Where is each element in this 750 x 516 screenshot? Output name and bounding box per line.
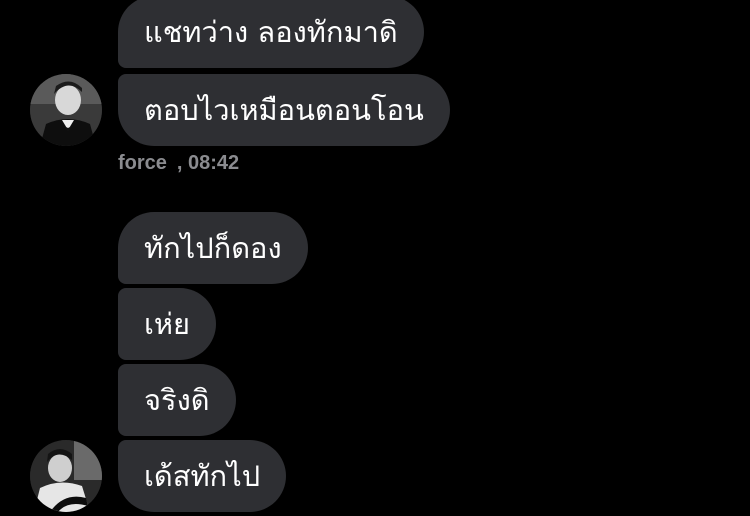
message-bubble[interactable]: แชทว่าง ลองทักมาดิ (118, 0, 424, 68)
message-bubble[interactable]: เห่ย (118, 288, 217, 360)
avatar-photo (30, 74, 102, 146)
message-time: , 08:42 (176, 152, 240, 174)
message-bubble[interactable]: ตอบไวเหมือนตอนโอน (118, 74, 450, 146)
sender-name: force (118, 152, 167, 174)
message-bubble[interactable]: ทักไปก็ดอง (118, 212, 308, 284)
message-meta: force , 08:42 (118, 152, 239, 175)
avatar[interactable] (30, 440, 102, 512)
message-bubble[interactable]: เด้สทักไป (118, 440, 287, 512)
message-bubble[interactable]: จริงดิ (118, 364, 236, 436)
avatar-photo (30, 440, 102, 512)
avatar[interactable] (30, 74, 102, 146)
